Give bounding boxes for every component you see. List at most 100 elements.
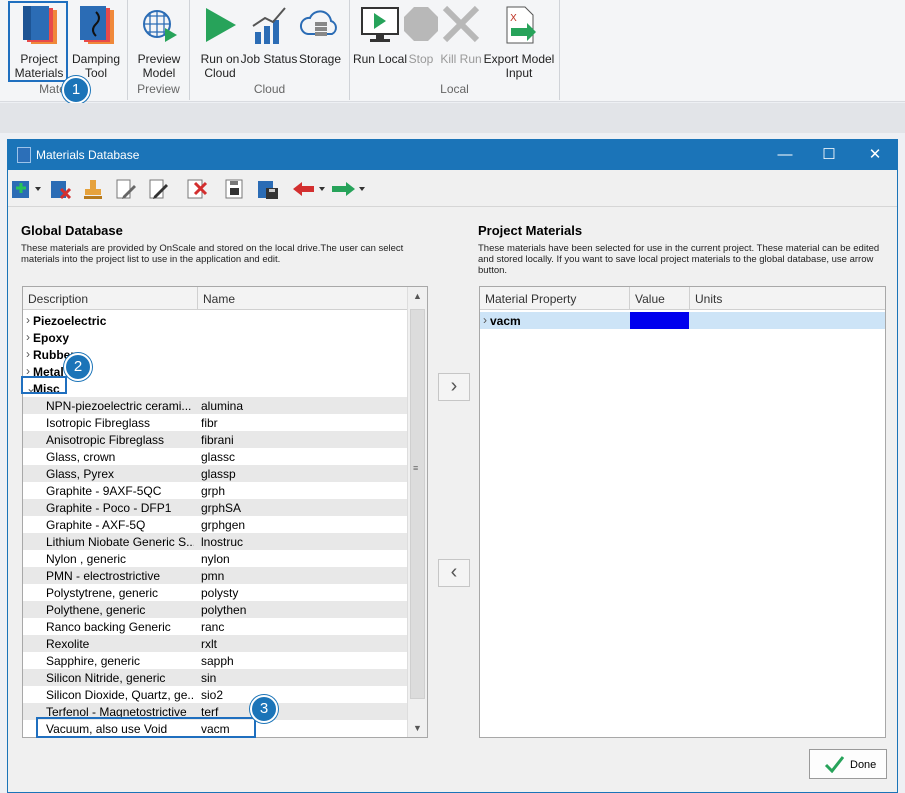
grip-icon: ≡ bbox=[413, 463, 419, 473]
table-row[interactable]: Lithium Niobate Generic S... lnostruc bbox=[23, 533, 407, 550]
storage-button[interactable]: Storage bbox=[290, 4, 350, 84]
row-name: sio2 bbox=[201, 688, 224, 702]
column-header-units[interactable]: Units bbox=[695, 292, 722, 306]
table-row[interactable]: Graphite - AXF-5Q grphgen bbox=[23, 516, 407, 533]
maximize-button[interactable]: ☐ bbox=[807, 140, 851, 170]
project-row-vacm[interactable]: › vacm bbox=[480, 312, 885, 329]
edit-icon[interactable] bbox=[148, 178, 170, 200]
ribbon-group-title-cloud: Cloud bbox=[253, 82, 286, 96]
export-document-icon: X bbox=[497, 4, 541, 44]
global-table-scrollbar[interactable]: ▲ ≡ ▼ bbox=[407, 287, 427, 737]
storage-label: Storage bbox=[298, 52, 342, 66]
column-header-description[interactable]: Description bbox=[28, 292, 88, 306]
row-description: PMN - electrostrictive bbox=[46, 569, 161, 583]
project-table-header: Material Property Value Units bbox=[480, 287, 885, 310]
global-database-heading: Global Database bbox=[21, 223, 123, 238]
table-row[interactable]: Polythene, generic polythen bbox=[23, 601, 407, 618]
column-header-property[interactable]: Material Property bbox=[485, 292, 576, 306]
add-to-global-button[interactable]: ‹ bbox=[438, 559, 470, 587]
selection-highlight-vacuum bbox=[36, 717, 256, 738]
table-row[interactable]: Ranco backing Generic ranc bbox=[23, 618, 407, 635]
add-to-project-button[interactable]: › bbox=[438, 373, 470, 401]
row-description: Glass, crown bbox=[46, 450, 116, 464]
row-description: Graphite - 9AXF-5QC bbox=[46, 484, 162, 498]
row-description: NPN-piezoelectric cerami... bbox=[46, 399, 192, 413]
column-header-name[interactable]: Name bbox=[203, 292, 235, 306]
row-name: nylon bbox=[201, 552, 230, 566]
table-row[interactable]: PMN - electrostrictive pmn bbox=[23, 567, 407, 584]
project-materials-table: Material Property Value Units › vacm bbox=[479, 286, 886, 738]
table-row[interactable]: Isotropic Fibreglass fibr bbox=[23, 414, 407, 431]
step-badge-3: 3 bbox=[250, 695, 278, 723]
table-row[interactable]: Glass, Pyrex glassp bbox=[23, 465, 407, 482]
table-row[interactable]: Glass, crown glassc bbox=[23, 448, 407, 465]
preview-model-button[interactable]: Preview Model bbox=[129, 4, 189, 84]
table-row[interactable]: Graphite - 9AXF-5QC grph bbox=[23, 482, 407, 499]
scroll-down-icon[interactable]: ▼ bbox=[413, 723, 422, 733]
table-row[interactable]: Nylon , generic nylon bbox=[23, 550, 407, 567]
done-label: Done bbox=[850, 759, 877, 771]
project-materials-heading: Project Materials bbox=[478, 223, 583, 238]
x-icon bbox=[439, 4, 483, 44]
stamp-icon[interactable] bbox=[82, 178, 104, 200]
row-description: Lithium Niobate Generic S... bbox=[46, 535, 194, 549]
row-description: Nylon , generic bbox=[46, 552, 127, 566]
table-row[interactable]: Silicon Nitride, generic sin bbox=[23, 669, 407, 686]
row-name: glassp bbox=[201, 467, 236, 481]
row-description: Ranco backing Generic bbox=[46, 620, 171, 634]
table-row[interactable]: NPN-piezoelectric cerami... alumina bbox=[23, 397, 407, 414]
table-row[interactable]: Anisotropic Fibreglass fibrani bbox=[23, 431, 407, 448]
chevron-left-icon: ‹ bbox=[450, 561, 458, 583]
row-name: pmn bbox=[201, 569, 225, 583]
expand-arrow-icon[interactable]: › bbox=[483, 313, 487, 327]
checkmark-icon bbox=[824, 755, 845, 776]
minimize-button[interactable]: — bbox=[763, 140, 807, 170]
row-name: rxlt bbox=[201, 637, 217, 651]
remove-document-icon[interactable] bbox=[186, 178, 208, 200]
column-header-value[interactable]: Value bbox=[635, 292, 665, 306]
app-icon bbox=[17, 147, 31, 163]
row-name: sin bbox=[201, 671, 217, 685]
table-row[interactable]: Polystytrene, generic polysty bbox=[23, 584, 407, 601]
scroll-thumb[interactable] bbox=[410, 309, 425, 699]
row-name: grph bbox=[201, 484, 226, 498]
step-badge-2: 2 bbox=[64, 353, 92, 381]
save-to-database-icon[interactable] bbox=[257, 178, 279, 200]
row-name: alumina bbox=[201, 399, 244, 413]
dialog-toolbar bbox=[8, 171, 897, 207]
chevron-right-icon: › bbox=[450, 375, 458, 397]
value-color-swatch[interactable] bbox=[630, 312, 689, 329]
bar-chart-icon bbox=[247, 4, 291, 44]
damping-tool-button[interactable]: Damping Tool bbox=[66, 4, 126, 84]
row-description: Rexolite bbox=[46, 637, 90, 651]
cloud-storage-icon bbox=[298, 4, 342, 44]
table-row[interactable]: Silicon Dioxide, Quartz, ge... sio2 bbox=[23, 686, 407, 703]
table-row[interactable]: Graphite - Poco - DFP1 grphSA bbox=[23, 499, 407, 516]
add-material-icon[interactable] bbox=[11, 178, 41, 200]
table-row[interactable]: Rexolite rxlt bbox=[23, 635, 407, 652]
delete-material-icon[interactable] bbox=[50, 178, 72, 200]
dialog-titlebar: Materials Database — ☐ ✕ bbox=[8, 140, 897, 170]
save-document-icon[interactable] bbox=[224, 178, 246, 200]
group-row-misc[interactable]: ⌄ Misc bbox=[23, 380, 407, 397]
move-left-arrow-icon[interactable] bbox=[291, 178, 325, 200]
damping-icon bbox=[74, 4, 118, 44]
row-name: polysty bbox=[201, 586, 239, 600]
scroll-up-icon[interactable]: ▲ bbox=[413, 291, 422, 301]
close-button[interactable]: ✕ bbox=[853, 140, 897, 170]
preview-model-label: Preview Model bbox=[137, 52, 181, 80]
row-description: Silicon Nitride, generic bbox=[46, 671, 166, 685]
move-right-arrow-icon[interactable] bbox=[329, 178, 365, 200]
ribbon: Project Materials Damping Tool Materials… bbox=[0, 0, 905, 102]
done-button[interactable]: Done bbox=[809, 749, 887, 779]
row-description: Polystytrene, generic bbox=[46, 586, 159, 600]
group-row-epoxy[interactable]: › Epoxy bbox=[23, 329, 407, 346]
selection-highlight-project-materials bbox=[8, 1, 68, 82]
play-icon bbox=[198, 4, 242, 44]
edit-properties-icon[interactable] bbox=[115, 178, 137, 200]
ribbon-group-title-preview: Preview bbox=[137, 82, 180, 96]
table-row[interactable]: Sapphire, generic sapph bbox=[23, 652, 407, 669]
ribbon-group-cloud: Run on Cloud Job Status Storage Cloud bbox=[190, 0, 350, 100]
group-row-piezoelectric[interactable]: › Piezoelectric bbox=[23, 312, 407, 329]
export-model-input-button[interactable]: X Export Model Input bbox=[480, 4, 558, 84]
